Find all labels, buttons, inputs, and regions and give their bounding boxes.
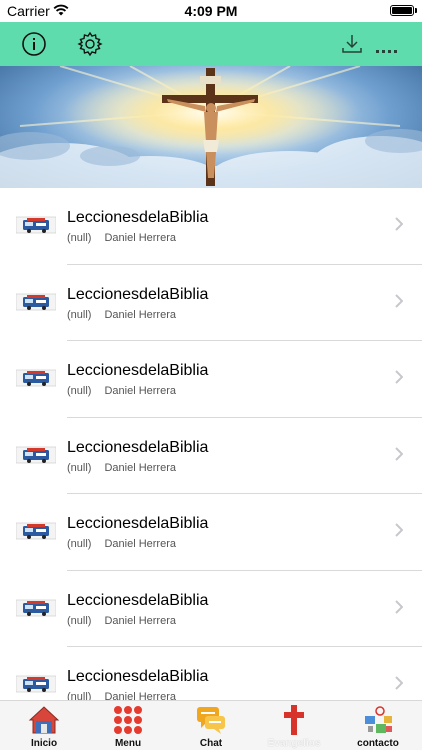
van-thumbnail-icon	[16, 369, 56, 387]
grid-dots-icon	[114, 706, 142, 734]
item-subtitle: (null) Daniel Herrera	[67, 615, 176, 627]
settings-button[interactable]	[76, 30, 104, 58]
list-item[interactable]: LeccionesdelaBiblia (null) Daniel Herrera	[0, 265, 422, 341]
status-bar: Carrier 4:09 PM	[0, 0, 422, 22]
item-subtitle: (null) Daniel Herrera	[67, 232, 176, 244]
chevron-right-icon	[395, 523, 403, 537]
item-title: LeccionesdelaBiblia	[67, 668, 209, 685]
item-category: (null)	[67, 614, 92, 627]
clock: 4:09 PM	[184, 3, 238, 19]
item-title: LeccionesdelaBiblia	[67, 285, 209, 303]
item-category: (null)	[67, 538, 92, 550]
tab-label: Chat	[199, 738, 223, 749]
cross-icon	[284, 705, 304, 735]
list-item[interactable]: LeccionesdelaBiblia (null) Daniel Herrera	[0, 571, 422, 647]
tab-label: Menu	[114, 738, 142, 749]
tab-contacto[interactable]: contacto	[336, 701, 420, 750]
item-title: LeccionesdelaBiblia	[67, 362, 209, 379]
item-author: Daniel Herrera	[104, 461, 176, 474]
chevron-right-icon	[395, 446, 403, 461]
ellipsis-icon	[376, 50, 397, 53]
item-title: LeccionesdelaBiblia	[67, 438, 209, 456]
van-thumbnail-icon	[16, 599, 56, 616]
item-subtitle: (null) Daniel Herrera	[67, 385, 176, 397]
chevron-right-icon	[395, 217, 403, 231]
tab-label: Inicio	[30, 738, 58, 749]
info-circle-icon	[22, 32, 46, 56]
header-banner-image	[0, 66, 422, 188]
item-subtitle: (null) Daniel Herrera	[67, 538, 176, 550]
chevron-right-icon	[395, 599, 403, 614]
item-title: LeccionesdelaBiblia	[67, 209, 209, 226]
item-title: LeccionesdelaBiblia	[67, 515, 209, 532]
top-toolbar	[0, 22, 422, 66]
contact-icon	[365, 706, 392, 733]
van-thumbnail-icon	[16, 216, 56, 234]
item-category: (null)	[67, 385, 92, 397]
lessons-list: LeccionesdelaBiblia (null) Daniel Herrera…	[0, 188, 422, 700]
tab-inicio[interactable]: Inicio	[2, 701, 86, 750]
more-button[interactable]	[372, 30, 398, 58]
gear-icon	[77, 31, 103, 57]
van-thumbnail-icon	[16, 675, 56, 693]
tab-menu[interactable]: Menu	[86, 701, 170, 750]
van-thumbnail-icon	[16, 522, 56, 540]
van-thumbnail-icon	[16, 446, 56, 463]
list-item[interactable]: LeccionesdelaBiblia (null) Daniel Herrera	[0, 647, 422, 700]
item-author: Daniel Herrera	[104, 385, 176, 397]
item-title: LeccionesdelaBiblia	[67, 591, 209, 609]
item-subtitle: (null) Daniel Herrera	[67, 309, 176, 321]
item-category: (null)	[67, 232, 92, 244]
chevron-right-icon	[395, 676, 403, 690]
item-subtitle: (null) Daniel Herrera	[67, 691, 176, 700]
van-thumbnail-icon	[16, 293, 56, 310]
list-item[interactable]: LeccionesdelaBiblia (null) Daniel Herrera	[0, 341, 422, 418]
item-category: (null)	[67, 461, 92, 474]
tab-label: contacto	[357, 738, 399, 749]
list-item[interactable]: LeccionesdelaBiblia (null) Daniel Herrera	[0, 188, 422, 265]
item-author: Daniel Herrera	[104, 232, 176, 244]
app-screen: Carrier 4:09 PM LeccionesdelaBiblia (nul…	[0, 0, 422, 750]
download-icon	[342, 35, 362, 53]
item-subtitle: (null) Daniel Herrera	[67, 462, 176, 474]
chevron-right-icon	[395, 293, 403, 308]
tab-chat[interactable]: Chat	[169, 701, 253, 750]
item-author: Daniel Herrera	[104, 691, 176, 700]
list-item[interactable]: LeccionesdelaBiblia (null) Daniel Herrera	[0, 494, 422, 571]
item-author: Daniel Herrera	[104, 538, 176, 550]
chat-bubbles-icon	[197, 707, 225, 734]
bottom-tab-bar: Inicio Menu Chat Evangelios contacto	[0, 700, 422, 750]
house-icon	[28, 706, 60, 734]
download-button[interactable]	[338, 30, 366, 58]
tab-label: Evangelios	[267, 738, 321, 749]
battery-tip	[415, 8, 417, 13]
info-button[interactable]	[20, 30, 48, 58]
item-author: Daniel Herrera	[104, 614, 176, 627]
item-category: (null)	[67, 308, 92, 321]
tab-evangelios[interactable]: Evangelios	[252, 701, 336, 750]
list-item[interactable]: LeccionesdelaBiblia (null) Daniel Herrera	[0, 418, 422, 494]
item-category: (null)	[67, 691, 92, 700]
item-author: Daniel Herrera	[104, 308, 176, 321]
chevron-right-icon	[395, 370, 403, 384]
battery-icon	[390, 5, 414, 16]
